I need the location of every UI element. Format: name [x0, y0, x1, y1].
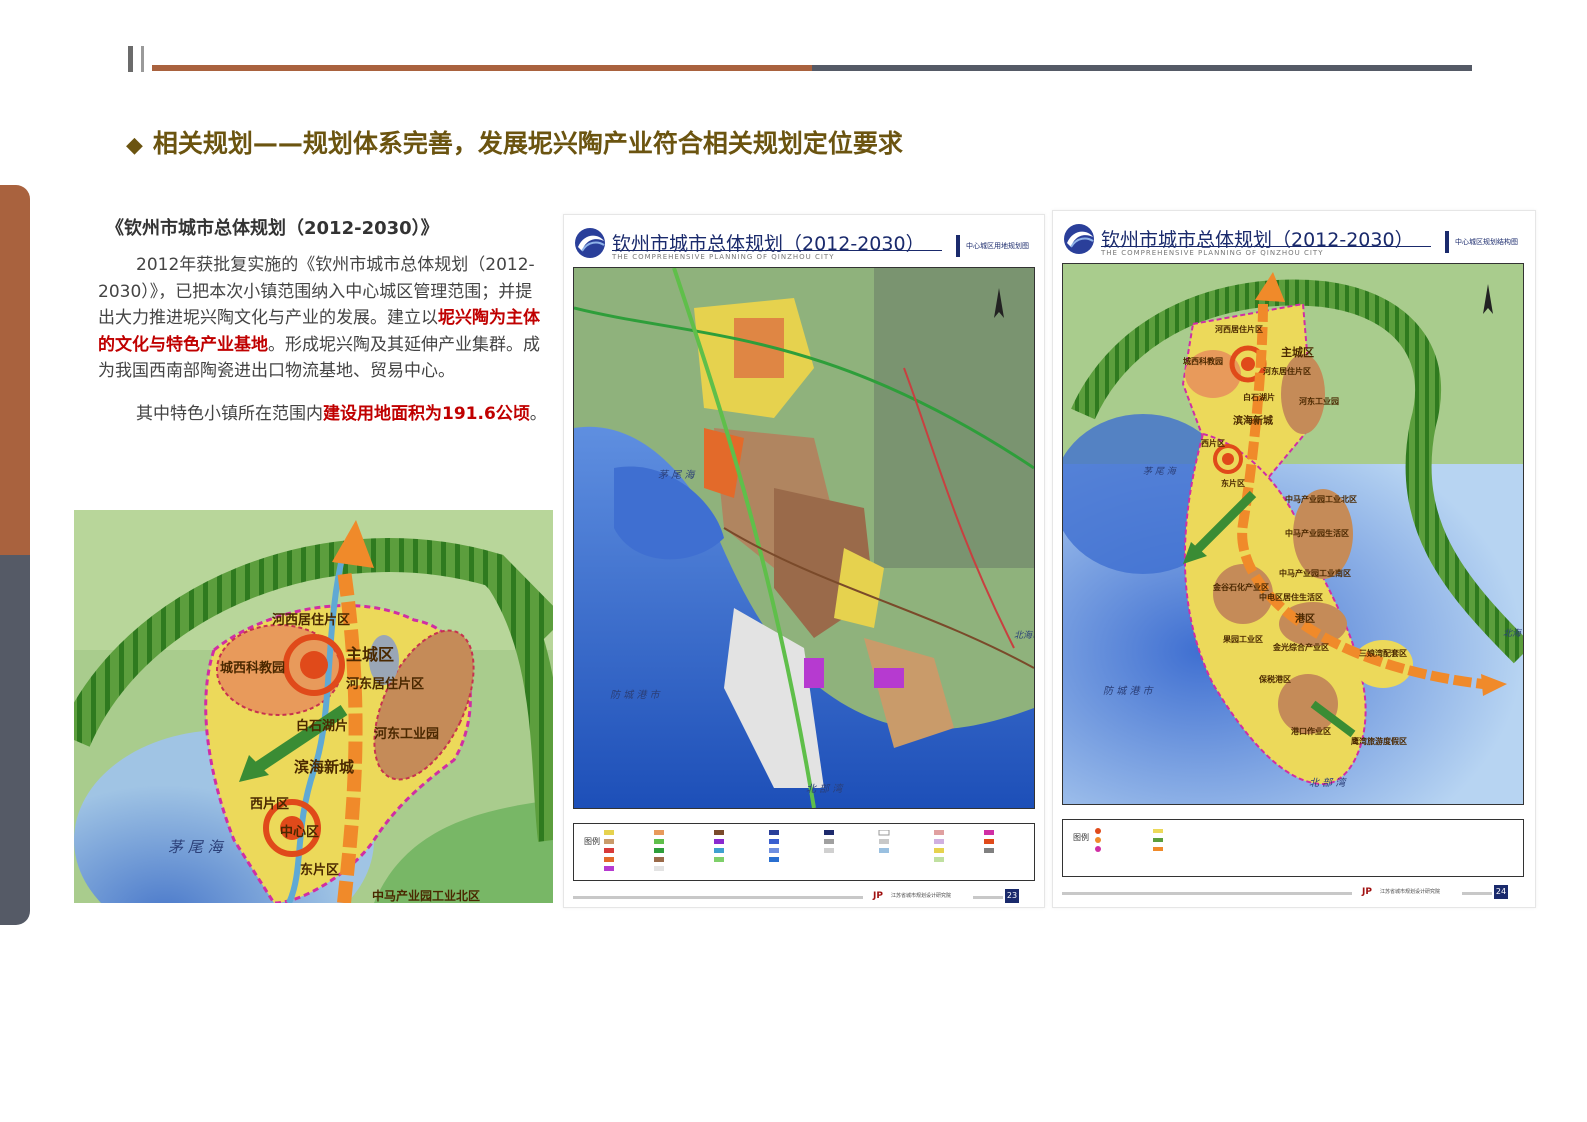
card-footer: JP 江苏省城市规划设计研究院 23 — [573, 889, 1033, 903]
edge-tab-slate — [0, 555, 30, 925]
map1-label-fangcheng: 防 城 港 市 — [610, 689, 662, 701]
card-subtitle: THE COMPREHENSIVE PLANNING OF QINZHOU CI… — [1101, 249, 1324, 257]
card-tag-bar — [1445, 231, 1449, 253]
page-number: 24 — [1494, 885, 1508, 899]
map-label-maowei: 茅 尾 海 — [168, 838, 225, 856]
paragraph-2: 其中特色小镇所在范围内建设用地面积为191.6公顷。 — [98, 397, 548, 431]
map2-label-binhai: 滨海新城 — [1233, 414, 1273, 427]
page-title-text: 相关规划——规划体系完善，发展坭兴陶产业符合相关规划定位要求 — [152, 129, 903, 158]
header-mark-thin — [141, 46, 144, 72]
header-line-brown — [152, 65, 812, 71]
map-label-dongpian: 东片区 — [300, 862, 339, 878]
map2-label-baishi: 白石湖片 — [1243, 392, 1275, 402]
map-label-binhai: 滨海新城 — [294, 758, 354, 776]
city-logo-icon — [1064, 224, 1094, 254]
map2-label-zhongma-north: 中马产业园工业北区 — [1285, 494, 1357, 504]
structure-map: 河西居住片区 城西科教园 主城区 河东居住片区 白石湖片 河东工业园 滨海新城 … — [1062, 263, 1524, 805]
land-use-plan-card: 钦州市城市总体规划（2012-2030） THE COMPREHENSIVE P… — [563, 214, 1045, 908]
map2-label-beibu: 北 部 湾 — [1309, 777, 1347, 789]
map2-label-guoyuan: 果园工业区 — [1222, 634, 1263, 644]
institute-name: 江苏省城市规划设计研究院 — [891, 893, 952, 899]
body-text: 2012年获批复实施的《钦州市城市总体规划（2012-2030）》，已把本次小镇… — [98, 252, 548, 431]
paragraph-1: 2012年获批复实施的《钦州市城市总体规划（2012-2030）》，已把本次小镇… — [98, 252, 548, 385]
header-line-slate — [812, 65, 1472, 71]
map2-label-dongpian: 东片区 — [1221, 478, 1245, 488]
diamond-bullet-icon: ◆ — [126, 133, 143, 158]
footer-bar — [573, 896, 863, 899]
page-number: 23 — [1005, 889, 1019, 903]
card-tag: 中心城区规划结构图 — [1455, 238, 1518, 246]
plan-subtitle: 《钦州市城市总体规划（2012-2030）》 — [106, 218, 439, 239]
paragraph-2-tail: 。 — [529, 403, 547, 424]
map2-label-fangcheng: 防 城 港 市 — [1103, 685, 1155, 697]
legend-title: 图例 — [1073, 833, 1089, 842]
header-mark-thick — [128, 46, 133, 72]
map1-label-beibu: 北 部 湾 — [806, 783, 844, 795]
footer-bar-short — [973, 896, 1003, 899]
map2-label-chengxi: 城西科教园 — [1183, 356, 1223, 366]
map2-label-hexi: 河西居住片区 — [1215, 324, 1263, 334]
map2-label-zhongdian: 中电区居住生活区 — [1259, 592, 1323, 602]
card-footer: JP 江苏省城市规划设计研究院 24 — [1062, 885, 1522, 899]
map2-label-gangqu: 港区 — [1295, 612, 1315, 625]
footer-bar — [1062, 892, 1352, 895]
map2-legend: 图例 — [1062, 819, 1524, 877]
card-title: 钦州市城市总体规划（2012-2030） — [612, 233, 925, 255]
map2-label-gangkou: 港口作业区 — [1291, 726, 1331, 736]
page-title: ◆ 相关规划——规划体系完善，发展坭兴陶产业符合相关规划定位要求 — [126, 124, 903, 160]
card-title: 钦州市城市总体规划（2012-2030） — [1101, 229, 1414, 251]
institute-logo-icon: JP — [1362, 887, 1372, 897]
footer-bar-short — [1462, 892, 1492, 895]
city-logo-icon — [575, 228, 605, 258]
map1-legend: 图例 — [573, 823, 1035, 881]
structure-map-zoomed: 河西居住片区 主城区 城西科教园 河东居住片区 白石湖片 河东工业园 滨海新城 … — [74, 510, 553, 903]
map-label-chengxi: 城西科教园 — [220, 660, 285, 676]
left-edge-tab — [0, 185, 30, 925]
map2-label-hedong-ind: 河东工业园 — [1299, 396, 1339, 406]
map2-label-xipian: 西片区 — [1201, 438, 1225, 448]
map-label-baishi: 白石湖片 — [296, 718, 348, 734]
map2-label-zhongma-life: 中马产业园生活区 — [1285, 528, 1349, 538]
map2-label-jinguang: 金光综合产业区 — [1272, 642, 1329, 652]
map2-label-baoshui: 保税港区 — [1258, 674, 1291, 684]
map-label-zhongma: 中马产业园工业北区 — [372, 888, 480, 903]
card-tag-bar — [956, 235, 960, 257]
map2-label-beihai: 北海 — [1503, 628, 1523, 639]
card-title-rule — [612, 250, 942, 251]
card-header: 钦州市城市总体规划（2012-2030） THE COMPREHENSIVE P… — [564, 215, 1044, 267]
card-subtitle: THE COMPREHENSIVE PLANNING OF QINZHOU CI… — [612, 253, 835, 261]
card-header: 钦州市城市总体规划（2012-2030） THE COMPREHENSIVE P… — [1053, 211, 1535, 263]
edge-tab-brown — [0, 185, 30, 555]
map2-label-zhongma-south: 中马产业园工业南区 — [1279, 568, 1351, 578]
legend-title: 图例 — [584, 837, 600, 846]
paragraph-2-text: 其中特色小镇所在范围内 — [136, 403, 323, 424]
card-title-rule — [1101, 246, 1431, 247]
map-label-xipian: 西片区 — [250, 796, 289, 812]
map2-label-zhucheng: 主城区 — [1281, 345, 1314, 359]
card-tag: 中心城区用地规划图 — [966, 242, 1029, 250]
map2-label-hedong-res: 河东居住片区 — [1263, 366, 1311, 376]
institute-name: 江苏省城市规划设计研究院 — [1380, 889, 1441, 895]
map2-label-jinggu: 金谷石化产业区 — [1212, 582, 1269, 592]
map-label-zhucheng: 主城区 — [346, 645, 394, 664]
map-label-hedong-ind: 河东工业园 — [374, 726, 439, 742]
map2-label-yinwan: 鹰湾旅游度假区 — [1351, 736, 1407, 746]
structure-plan-card: 钦州市城市总体规划（2012-2030） THE COMPREHENSIVE P… — [1052, 210, 1536, 908]
map-label-hedong-res: 河东居住片区 — [346, 676, 424, 692]
map-label-hexi: 河西居住片区 — [272, 612, 350, 628]
map2-label-sanniang: 三娘湾配套区 — [1359, 648, 1407, 658]
map-label-zhongxin: 中心区 — [280, 824, 319, 840]
map2-label-maowei: 茅 尾 海 — [1143, 466, 1178, 477]
land-use-map: 茅 尾 海 防 城 港 市 北 部 湾 北海市 — [573, 267, 1035, 809]
map1-label-maowei: 茅 尾 海 — [658, 469, 696, 481]
map1-label-beihai: 北海市 — [1014, 630, 1034, 641]
institute-logo-icon: JP — [873, 891, 883, 901]
paragraph-2-highlight: 建设用地面积为191.6公顷 — [323, 403, 530, 424]
